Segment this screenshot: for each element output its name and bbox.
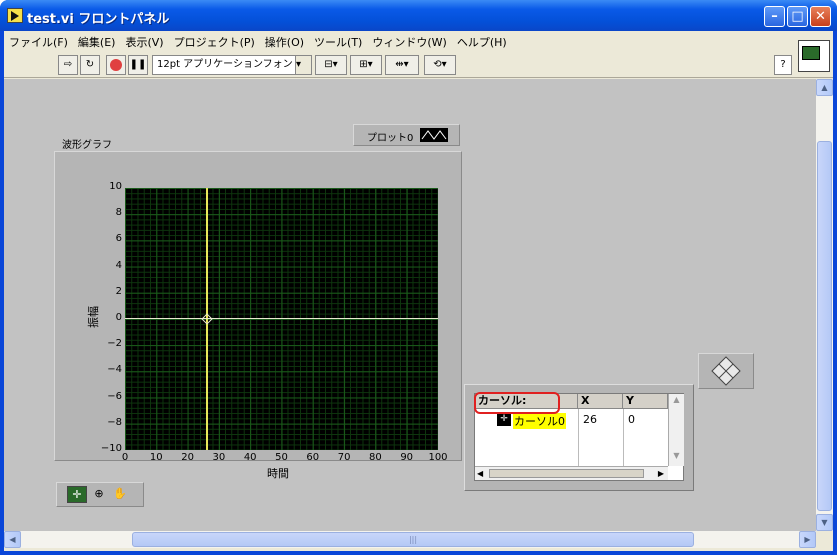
x-tick-label: 10 <box>149 452 163 463</box>
minimize-button[interactable]: – <box>764 6 785 27</box>
menu-project[interactable]: プロジェクト(P) <box>169 31 260 50</box>
x-axis-label: 時間 <box>267 467 289 480</box>
menu-window[interactable]: ウィンドウ(W) <box>367 31 451 50</box>
col-x-header: X <box>578 394 623 409</box>
graph-label: 波形グラフ <box>62 140 112 151</box>
scroll-up-icon[interactable]: ▲ <box>816 79 833 96</box>
cursor-y-value[interactable]: 0 <box>628 413 635 426</box>
scroll-left-icon[interactable]: ◀ <box>4 531 21 548</box>
plot-legend[interactable]: プロット0 <box>353 124 460 146</box>
align-objects-icon[interactable]: ⊟▾ <box>315 55 347 75</box>
reorder-icon[interactable]: ⟲▾ <box>424 55 456 75</box>
cursor-horizontal-line[interactable] <box>125 318 438 319</box>
pause-icon[interactable]: ❚❚ <box>128 55 148 75</box>
menu-edit[interactable]: 編集(E) <box>73 31 121 50</box>
cursor-hscroll[interactable]: ◀ ▶ <box>475 466 668 480</box>
col-y-header: Y <box>623 394 668 409</box>
menu-help[interactable]: ヘルプ(H) <box>452 31 512 50</box>
font-dropdown-label: 12pt アプリケーションフォント <box>157 59 303 70</box>
x-tick-label: 40 <box>243 452 257 463</box>
menu-tools[interactable]: ツール(T) <box>309 31 367 50</box>
cursor-x-value[interactable]: 26 <box>583 413 597 426</box>
cursor-name[interactable]: カーソル0 <box>513 413 566 429</box>
graph-palette: ✛ ⊕ ✋ <box>56 482 144 507</box>
graph-icon <box>802 46 820 60</box>
x-tick-label: 90 <box>400 452 414 463</box>
title-bar[interactable]: test.vi フロントパネル – □ ✕ <box>0 0 837 31</box>
scroll-down-icon[interactable]: ▼ <box>669 451 684 465</box>
y-tick-label: 10 <box>109 181 122 192</box>
y-axis-label: 振幅 <box>87 306 100 328</box>
y-tick-label: −4 <box>107 364 122 376</box>
vertical-scrollbar[interactable]: ▲ ▼ <box>816 79 833 531</box>
run-arrow-icon[interactable]: ⇨ <box>58 55 78 75</box>
client-area: ファイル(F) 編集(E) 表示(V) プロジェクト(P) 操作(O) ツール(T) ウィン… <box>4 31 833 551</box>
menu-view[interactable]: 表示(V) <box>120 31 168 50</box>
y-tick-label: 0 <box>115 312 122 323</box>
x-tick-label: 100 <box>428 452 448 463</box>
plot-line-icon <box>420 128 448 142</box>
run-continuously-icon[interactable]: ↻ <box>80 55 100 75</box>
distribute-objects-icon[interactable]: ⊞▾ <box>350 55 382 75</box>
y-tick-label: −8 <box>107 416 122 428</box>
cursor-movement-control[interactable] <box>698 353 754 389</box>
highlight-annotation <box>474 392 560 414</box>
x-tick-label: 60 <box>306 452 320 463</box>
plot-area[interactable] <box>125 188 438 450</box>
horizontal-scrollbar[interactable]: ◀ ||| ▶ <box>4 531 816 548</box>
abort-icon[interactable] <box>106 55 126 75</box>
cursor-style-icon[interactable]: ✛ <box>497 414 511 426</box>
cursor-marker[interactable] <box>201 313 213 325</box>
close-button[interactable]: ✕ <box>810 6 831 27</box>
plot-legend-label: プロット0 <box>367 133 414 144</box>
help-label: ? <box>780 59 786 70</box>
y-tick-label: 2 <box>115 285 122 297</box>
maximize-button[interactable]: □ <box>787 6 808 27</box>
x-tick-label: 50 <box>275 452 288 463</box>
cursor-move-icon[interactable]: ✛ <box>67 486 87 503</box>
y-tick-label: 6 <box>115 233 122 245</box>
x-tick-label: 80 <box>369 452 382 463</box>
col-divider <box>578 409 579 466</box>
vertical-scroll-thumb[interactable] <box>817 141 832 511</box>
window: test.vi フロントパネル – □ ✕ ファイル(F) 編集(E) 表示(V) プ… <box>0 0 837 555</box>
x-tick-label: 20 <box>181 452 194 463</box>
col-divider <box>623 409 624 466</box>
zoom-icon[interactable]: ⊕ <box>89 486 109 503</box>
font-dropdown[interactable]: 12pt アプリケーションフォント ▾ <box>152 55 312 75</box>
help-button[interactable]: ? <box>774 55 792 75</box>
vi-icon-panel[interactable] <box>798 40 830 72</box>
y-tick-label: 8 <box>115 207 122 219</box>
toolbar: ⇨ ↻ ❚❚ 12pt アプリケーションフォント ▾ ⊟▾ ⊞▾ ⇹▾ ⟲▾ ? <box>4 40 833 78</box>
menu-operate[interactable]: 操作(O) <box>260 31 309 50</box>
cursor-vscroll[interactable]: ▲ ▼ <box>668 394 684 466</box>
menu-bar: ファイル(F) 編集(E) 表示(V) プロジェクト(P) 操作(O) ツール(T) ウィン… <box>4 31 833 51</box>
x-tick-label: 70 <box>337 452 351 463</box>
front-panel[interactable]: 波形グラフ プロット0 10 8 6 4 2 0 −2 −4 −6 −8 −10 0 10 20 30 40… <box>4 79 816 531</box>
x-tick-label: 0 <box>121 452 129 463</box>
y-tick-label: −2 <box>107 338 122 350</box>
y-tick-label: 4 <box>115 259 122 271</box>
window-title: test.vi フロントパネル <box>27 12 170 27</box>
resize-objects-icon[interactable]: ⇹▾ <box>385 55 419 75</box>
chevron-down-icon: ▾ <box>295 56 311 74</box>
scroll-up-icon[interactable]: ▲ <box>669 395 684 409</box>
y-tick-label: −6 <box>107 390 122 402</box>
x-tick-label: 30 <box>212 452 226 463</box>
scroll-down-icon[interactable]: ▼ <box>816 514 833 531</box>
scroll-right-icon[interactable]: ▶ <box>799 531 816 548</box>
pan-hand-icon[interactable]: ✋ <box>110 486 130 503</box>
vi-icon <box>7 8 23 23</box>
scroll-right-icon[interactable]: ▶ <box>658 467 664 480</box>
horizontal-scroll-thumb[interactable]: ||| <box>132 532 694 547</box>
scroll-left-icon[interactable]: ◀ <box>477 467 483 480</box>
scroll-thumb[interactable] <box>489 469 644 478</box>
menu-file[interactable]: ファイル(F) <box>4 31 73 50</box>
